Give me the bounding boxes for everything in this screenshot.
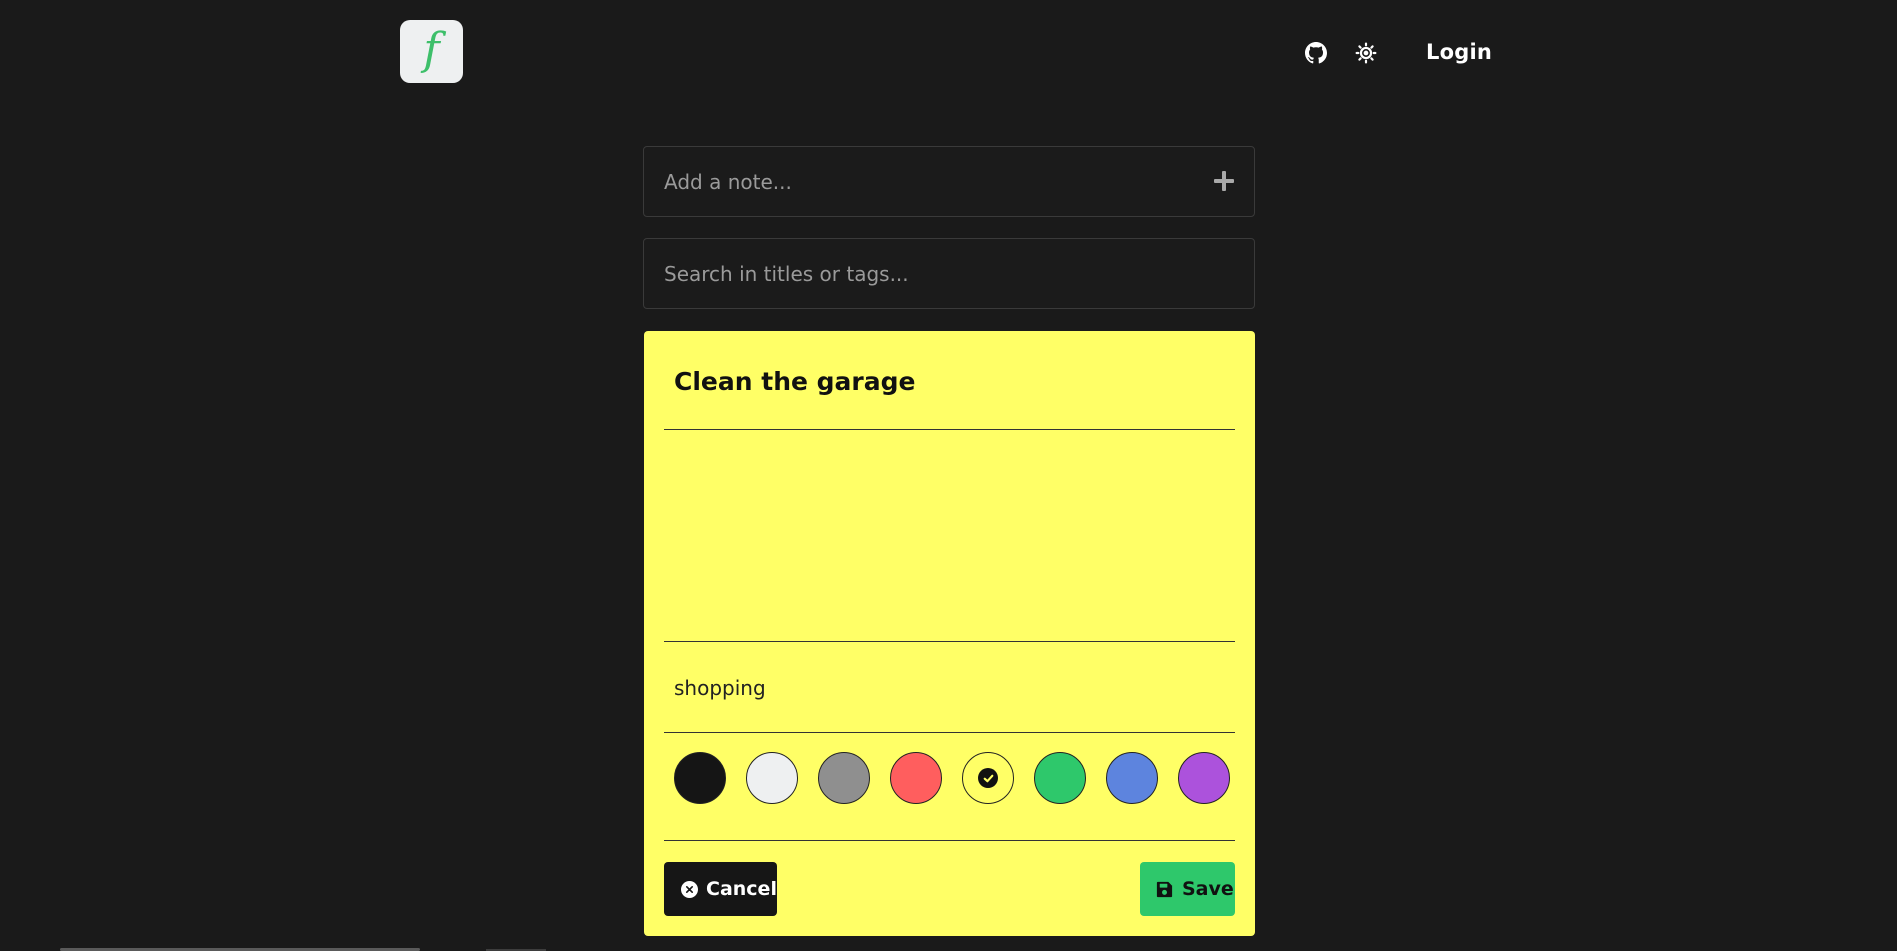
color-swatch-white[interactable]: [746, 752, 798, 804]
color-swatch-purple[interactable]: [1178, 752, 1230, 804]
color-picker: [674, 752, 1230, 806]
cancel-button[interactable]: Cancel: [664, 862, 777, 916]
color-swatch-yellow[interactable]: [962, 752, 1014, 804]
search-bar: [643, 238, 1255, 309]
add-note-bar: [643, 146, 1255, 217]
github-icon[interactable]: [1305, 42, 1327, 64]
note-body[interactable]: [664, 431, 1235, 639]
floppy-disk-icon: [1156, 881, 1173, 897]
divider: [664, 429, 1235, 430]
sun-icon[interactable]: [1355, 42, 1377, 64]
save-button[interactable]: Save: [1140, 862, 1235, 916]
save-label: Save: [1182, 878, 1234, 900]
check-icon: [978, 768, 998, 788]
add-note-input[interactable]: [644, 147, 1254, 216]
divider: [664, 732, 1235, 733]
close-circle-icon: [681, 880, 698, 898]
color-swatch-gray[interactable]: [818, 752, 870, 804]
divider: [664, 840, 1235, 841]
plus-icon[interactable]: [1214, 171, 1234, 191]
note-title[interactable]: Clean the garage: [674, 367, 915, 396]
login-link[interactable]: Login: [1426, 40, 1492, 64]
search-input[interactable]: [644, 239, 1254, 308]
cancel-label: Cancel: [706, 878, 777, 900]
divider: [664, 641, 1235, 642]
color-swatch-blue[interactable]: [1106, 752, 1158, 804]
note-editor-card: Clean the garage shopping Cancel Save: [644, 331, 1255, 936]
note-tags[interactable]: shopping: [674, 676, 766, 700]
app-logo[interactable]: f: [400, 20, 463, 83]
github-icon-svg: [1305, 42, 1327, 64]
logo-letter: f: [423, 23, 440, 75]
app-page: f Login Add a note... Search in titles o…: [0, 0, 1897, 951]
color-swatch-black[interactable]: [674, 752, 726, 804]
color-swatch-green[interactable]: [1034, 752, 1086, 804]
sun-icon-svg: [1355, 42, 1377, 64]
color-swatch-red[interactable]: [890, 752, 942, 804]
